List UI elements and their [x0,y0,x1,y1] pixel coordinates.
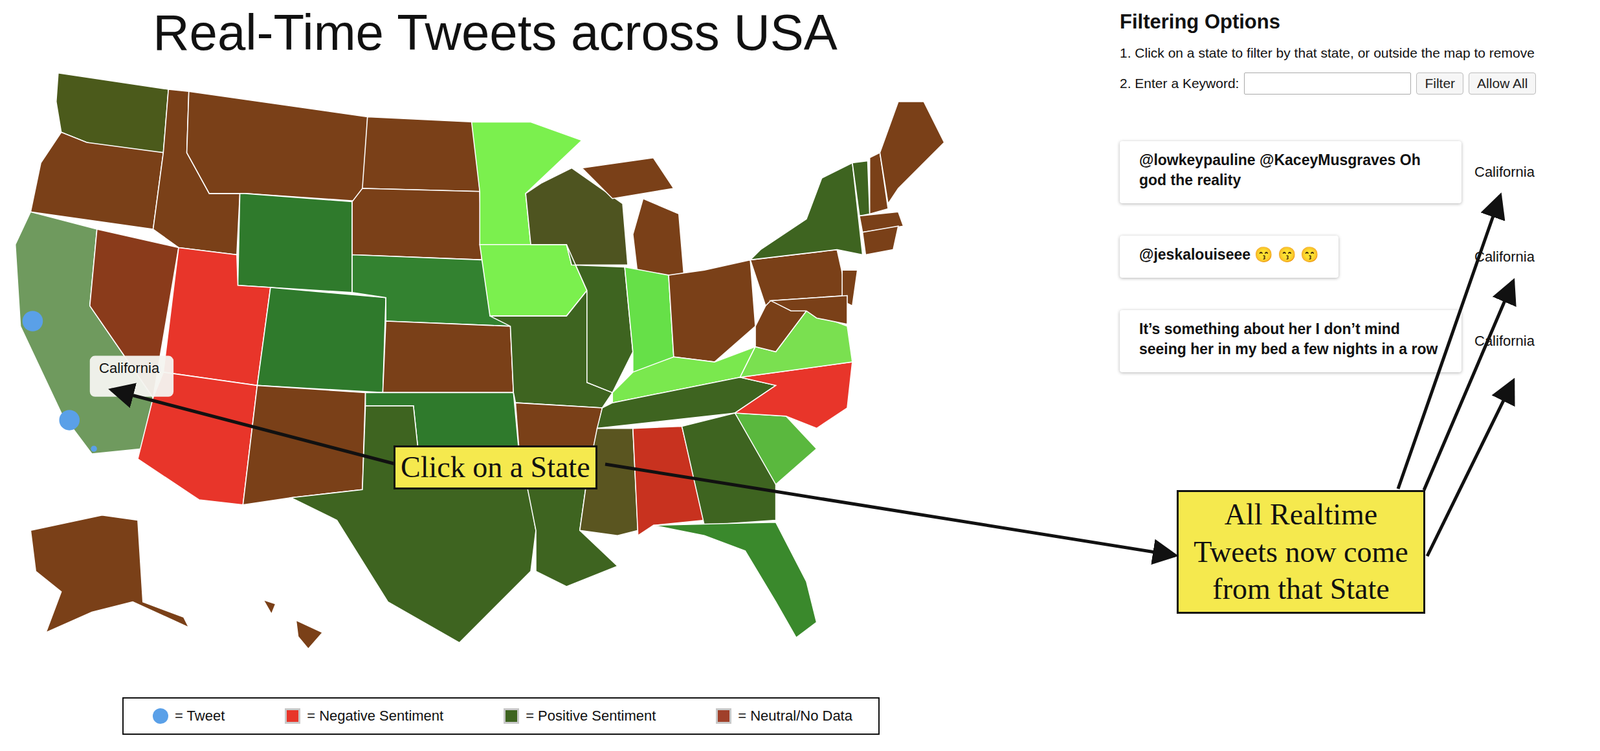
state-tooltip: California [89,355,174,397]
state-region[interactable] [668,259,756,362]
state-region[interactable] [30,515,189,633]
legend-label: = Neutral/No Data [737,707,853,725]
legend-swatch-icon [284,708,301,724]
arrow-icon [1398,195,1501,489]
state-shape[interactable] [237,193,353,293]
tweet-state: California [1474,332,1600,350]
legend-item: = Neutral/No Data [715,707,853,725]
state-shape[interactable] [633,198,685,278]
state-region[interactable] [852,160,870,216]
page: Real-Time Tweets across USA California =… [0,0,1600,751]
legend-label: = Positive Sentiment [525,707,656,725]
state-region[interactable] [30,132,164,230]
state-region[interactable] [770,295,848,325]
state-region[interactable] [653,522,817,638]
map-column: Real-Time Tweets across USA California =… [0,0,991,751]
state-region[interactable] [263,600,323,650]
state-region[interactable] [256,287,386,393]
state-shape[interactable] [879,101,944,204]
annotation-arrows [0,0,1600,751]
tweet-pin [90,445,97,452]
tooltip-box [89,355,174,397]
legend-label: = Tweet [174,707,225,725]
state-region[interactable] [382,321,514,393]
state-shape[interactable] [750,163,863,261]
state-shape[interactable] [242,385,366,505]
state-region[interactable] [242,385,366,505]
state-region[interactable] [290,405,536,643]
state-shape[interactable] [352,188,482,260]
state-region[interactable] [352,188,482,260]
state-region[interactable] [581,157,685,278]
legend-swatch-icon [503,708,520,724]
state-shape[interactable] [89,229,179,398]
tweet-pin [22,310,44,332]
state-region[interactable] [187,91,368,202]
state-shape[interactable] [263,600,276,615]
state-region[interactable] [750,163,863,261]
legend-dot-icon [152,708,169,724]
state-shape[interactable] [362,117,480,192]
filter-panel: Filtering Options 1. Click on a state to… [1119,0,1600,751]
tweet-card: @lowkeypauline @KaceyMusgraves Oh god th… [1119,141,1462,204]
page-title: Real-Time Tweets across USA [0,0,991,65]
tweet-list: @lowkeypauline @KaceyMusgraves Oh god th… [1119,141,1600,373]
state-region[interactable] [237,193,353,293]
state-region[interactable] [362,117,480,192]
state-region[interactable] [862,225,899,255]
state-shape[interactable] [187,91,368,202]
annotation-box: All Realtime Tweets now come from that S… [1176,489,1426,614]
tweet-card: It’s something about her I don’t mind se… [1119,310,1462,373]
arrow-icon [1427,380,1514,556]
state-shape[interactable] [30,515,189,633]
filter-instruction: 1. Click on a state to filter by that st… [1119,45,1600,61]
state-shape[interactable] [668,259,756,362]
tooltip-text: California [99,359,160,377]
tweet-state: California [1474,248,1600,266]
usa-map[interactable]: California [0,64,980,657]
filter-button[interactable]: Allow All [1468,72,1536,95]
legend-swatch-icon [715,708,732,724]
state-shape[interactable] [163,247,271,386]
state-shape[interactable] [862,225,899,255]
arrow-icon [111,389,397,465]
filter-button[interactable]: Filter [1416,72,1464,95]
keyword-input[interactable] [1244,72,1412,95]
tweet-pin [58,409,80,431]
state-shape[interactable] [295,620,323,649]
state-shape[interactable] [581,157,674,199]
tweet-state: California [1474,163,1600,181]
annotation-box: Click on a State [393,445,598,490]
arrow-icon [605,464,1176,556]
state-shape[interactable] [566,244,634,393]
state-shape[interactable] [30,132,164,230]
legend-item: = Tweet [152,707,225,725]
state-shape[interactable] [256,287,386,393]
legend-item: = Positive Sentiment [503,707,656,725]
state-region[interactable] [163,247,271,386]
state-shape[interactable] [770,295,848,325]
legend-label: = Negative Sentiment [306,707,444,725]
state-region[interactable] [89,229,179,398]
filter-heading: Filtering Options [1119,10,1600,34]
state-shape[interactable] [852,160,870,216]
state-shape[interactable] [653,522,817,638]
state-shape[interactable] [382,321,514,393]
arrow-icon [1423,280,1514,490]
state-region[interactable] [566,244,634,393]
keyword-row: 2. Enter a Keyword: FilterAllow All [1119,72,1600,95]
state-region[interactable] [879,101,944,204]
tweet-card: @jeskalouiseee 😙 😙 😙 [1119,235,1339,278]
legend: = Tweet = Negative Sentiment = Positive … [122,697,880,735]
keyword-label: 2. Enter a Keyword: [1119,75,1239,92]
legend-item: = Negative Sentiment [284,707,444,725]
state-shape[interactable] [290,405,536,643]
